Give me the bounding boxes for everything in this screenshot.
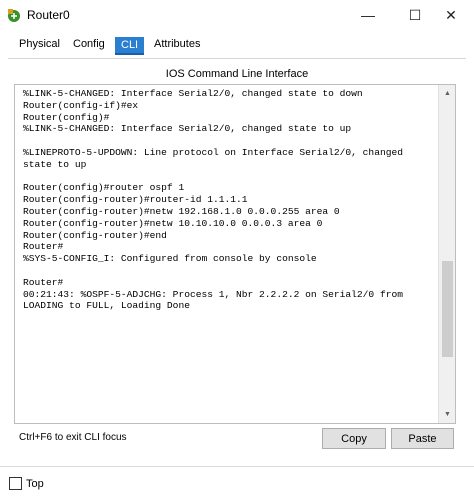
window-title: Router0 xyxy=(27,8,70,22)
cli-focus-hint: Ctrl+F6 to exit CLI focus xyxy=(19,432,127,443)
paste-button[interactable]: Paste xyxy=(391,428,454,449)
console-line: Router(config-if)#ex xyxy=(23,99,139,111)
console-line: Router# xyxy=(23,241,64,253)
console-line: Router# xyxy=(23,276,64,288)
console-line: 00:21:43: %OSPF-5-ADJCHG: Process 1, Nbr… xyxy=(23,288,403,300)
router-app-icon xyxy=(8,9,20,22)
console-line: Router(config)#router ospf 1 xyxy=(23,182,185,194)
copy-button[interactable]: Copy xyxy=(322,428,386,449)
console-line: Router(config-router)#netw 192.168.1.0 0… xyxy=(23,205,340,217)
console-line: %LINK-5-CHANGED: Interface Serial2/0, ch… xyxy=(23,88,363,99)
console-line: Router(config-router)#netw 10.10.10.0 0.… xyxy=(23,217,323,229)
scroll-down-icon[interactable]: ▼ xyxy=(439,406,455,423)
console-output[interactable]: %LINK-5-CHANGED: Interface Serial2/0, ch… xyxy=(23,88,435,312)
tab-cli[interactable]: CLI xyxy=(115,37,145,55)
tab-physical[interactable]: Physical xyxy=(19,38,60,50)
console-scrollbar[interactable]: ▲ ▼ xyxy=(438,85,455,423)
scroll-up-icon[interactable]: ▲ xyxy=(439,85,455,102)
console-line: Router(config-router)#router-id 1.1.1.1 xyxy=(23,194,248,206)
maximize-icon: ☐ xyxy=(408,6,422,23)
tab-config[interactable]: Config xyxy=(73,38,105,50)
console-line: Router(config)# xyxy=(23,111,110,123)
close-button[interactable]: ✕ xyxy=(428,0,474,30)
title-bar: Router0 — ☐ ✕ xyxy=(0,0,474,30)
console-line: LOADING to FULL, Loading Done xyxy=(23,300,190,312)
footer-divider xyxy=(0,466,474,467)
console-line: state to up xyxy=(23,158,87,170)
panel-title: IOS Command Line Interface xyxy=(165,68,309,80)
close-icon: ✕ xyxy=(445,6,457,23)
minimize-button[interactable]: — xyxy=(345,0,391,30)
top-checkbox[interactable] xyxy=(9,477,22,490)
console-line: %LINEPROTO-5-UPDOWN: Line protocol on In… xyxy=(23,146,403,158)
scroll-thumb[interactable] xyxy=(442,261,453,357)
tab-attributes[interactable]: Attributes xyxy=(154,38,200,50)
minimize-icon: — xyxy=(361,7,375,23)
console-line: %LINK-5-CHANGED: Interface Serial2/0, ch… xyxy=(23,123,352,135)
console-line: Router(config-router)#end xyxy=(23,229,167,241)
console-line: %SYS-5-CONFIG_I: Configured from console… xyxy=(23,253,317,265)
cli-console[interactable]: %LINK-5-CHANGED: Interface Serial2/0, ch… xyxy=(14,84,456,424)
top-label: Top xyxy=(26,478,44,490)
